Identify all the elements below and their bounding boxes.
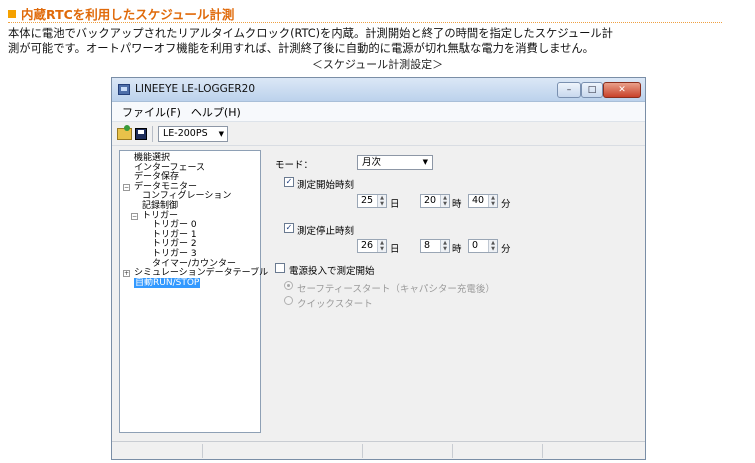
tree-item-label: シミュレーションデータテーブル bbox=[134, 268, 269, 279]
stop-hour-unit: 時 bbox=[452, 244, 462, 255]
spin-arrows-icon[interactable]: ▲ ▼ bbox=[488, 240, 497, 252]
status-divider bbox=[452, 444, 453, 458]
power-on-start-checkbox[interactable] bbox=[275, 263, 285, 273]
quick-start-label: クイックスタート bbox=[297, 299, 373, 310]
mode-select-value: 月次 bbox=[362, 157, 382, 168]
stop-time-label: 測定停止時刻 bbox=[297, 226, 355, 237]
intro-line-2: 測が可能です。オートパワーオフ機能を利用すれば、計測終了後に自動的に電源が切れ無… bbox=[8, 42, 594, 55]
tree-item[interactable]: 自動RUN/STOP bbox=[120, 277, 260, 289]
status-divider bbox=[542, 444, 543, 458]
close-button[interactable]: ✕ bbox=[603, 82, 641, 98]
app-icon bbox=[118, 84, 130, 95]
quick-start-radio[interactable] bbox=[284, 296, 293, 305]
stop-day-unit: 日 bbox=[390, 244, 400, 255]
model-select[interactable]: LE-200PS ▼ bbox=[158, 125, 228, 142]
menu-help[interactable]: ヘルプ(H) bbox=[191, 104, 241, 120]
intro-text: 本体に電池でバックアップされたリアルタイムクロック(RTC)を内蔵。計測開始と終… bbox=[8, 26, 728, 56]
figure-caption: ＜スケジュール計測設定＞ bbox=[311, 58, 444, 71]
chevron-down-icon: ▼ bbox=[218, 129, 224, 138]
start-day-value: 25 bbox=[361, 195, 374, 206]
heading-bullet-icon bbox=[8, 9, 16, 18]
stop-day-stepper[interactable]: 26 ▲ ▼ bbox=[357, 239, 387, 253]
tree-item-label: コンフィグレーション bbox=[142, 191, 232, 202]
start-minute-unit: 分 bbox=[501, 199, 511, 210]
spin-arrows-icon[interactable]: ▲ ▼ bbox=[377, 195, 386, 207]
menu-file[interactable]: ファイル(F) bbox=[122, 104, 181, 120]
start-minute-value: 40 bbox=[472, 195, 485, 206]
start-time-label: 測定開始時刻 bbox=[297, 180, 355, 191]
start-minute-stepper[interactable]: 40 ▲ ▼ bbox=[468, 194, 498, 208]
chevron-down-icon: ▼ bbox=[422, 158, 428, 166]
toolbar-separator bbox=[152, 125, 153, 142]
tree-item-label: 自動RUN/STOP bbox=[134, 277, 201, 288]
collapse-icon[interactable]: − bbox=[131, 212, 138, 220]
start-day-stepper[interactable]: 25 ▲ ▼ bbox=[357, 194, 387, 208]
tree-item-label: トリガー 2 bbox=[152, 239, 197, 250]
collapse-icon[interactable]: − bbox=[123, 183, 130, 191]
status-divider bbox=[202, 444, 203, 458]
app-window: LINEEYE LE-LOGGER20 – □ ✕ ファイル(F) ヘルプ(H)… bbox=[111, 77, 646, 460]
minimize-button[interactable]: – bbox=[557, 82, 581, 98]
power-on-start-label: 電源投入で測定開始 bbox=[289, 266, 375, 277]
maximize-button[interactable]: □ bbox=[581, 82, 603, 98]
tree-item-label: 機能選択 bbox=[134, 153, 171, 163]
intro-line-1: 本体に電池でバックアップされたリアルタイムクロック(RTC)を内蔵。計測開始と終… bbox=[8, 27, 613, 40]
mode-label: モード： bbox=[275, 160, 314, 171]
stop-minute-value: 0 bbox=[472, 240, 479, 251]
spin-arrows-icon[interactable]: ▲ ▼ bbox=[488, 195, 497, 207]
tree-item[interactable]: コンフィグレーション bbox=[120, 192, 260, 202]
spin-arrows-icon[interactable]: ▲ ▼ bbox=[377, 240, 386, 252]
stop-hour-stepper[interactable]: 8 ▲ ▼ bbox=[420, 239, 450, 253]
tree-item[interactable]: 記録制御 bbox=[120, 200, 260, 212]
safety-start-radio[interactable] bbox=[284, 281, 293, 290]
start-hour-stepper[interactable]: 20 ▲ ▼ bbox=[420, 194, 450, 208]
status-divider bbox=[362, 444, 363, 458]
tree-item-label: トリガー 3 bbox=[152, 248, 197, 259]
tree-item-label: データ保存 bbox=[134, 172, 180, 183]
settings-tree[interactable]: 機能選択 インターフェース データ保存 − データモニター コンフィグレーション 記録制御 −… bbox=[119, 150, 268, 433]
menu-bar: ファイル(F) ヘルプ(H) bbox=[112, 102, 645, 122]
open-folder-icon[interactable] bbox=[117, 124, 132, 140]
start-hour-unit: 時 bbox=[452, 199, 462, 210]
stop-hour-value: 8 bbox=[424, 240, 431, 251]
stop-time-checkbox[interactable]: ✓ bbox=[284, 223, 294, 233]
safety-start-label: セーフティースタート（キャパシター充電後） bbox=[297, 284, 495, 295]
save-icon[interactable] bbox=[135, 127, 147, 140]
start-time-checkbox[interactable]: ✓ bbox=[284, 177, 294, 187]
tree-item-label: トリガー 0 bbox=[152, 220, 197, 231]
stop-minute-unit: 分 bbox=[501, 244, 511, 255]
start-hour-value: 20 bbox=[424, 195, 437, 206]
toolbar: LE-200PS ▼ bbox=[112, 122, 645, 146]
settings-panel: モード： 月次 ▼ ✓ 測定開始時刻 25 ▲ ▼ 日 20 ▲ ▼ 時 40 ▲ ▼… bbox=[272, 150, 642, 433]
mode-select[interactable]: 月次 ▼ bbox=[357, 155, 433, 170]
window-title: LINEEYE LE-LOGGER20 bbox=[135, 83, 256, 95]
heading-rule bbox=[8, 22, 722, 23]
spin-arrows-icon[interactable]: ▲ ▼ bbox=[440, 240, 449, 252]
stop-minute-stepper[interactable]: 0 ▲ ▼ bbox=[468, 239, 498, 253]
spin-arrows-icon[interactable]: ▲ ▼ bbox=[440, 195, 449, 207]
stop-day-value: 26 bbox=[361, 240, 374, 251]
section-heading: 内蔵RTCを利用したスケジュール計測 bbox=[8, 4, 234, 23]
expand-icon[interactable]: + bbox=[123, 270, 130, 278]
heading-text: 内蔵RTCを利用したスケジュール計測 bbox=[21, 7, 235, 22]
title-bar[interactable]: LINEEYE LE-LOGGER20 – □ ✕ bbox=[112, 78, 645, 102]
tree-item-label: 記録制御 bbox=[142, 200, 179, 211]
model-select-value: LE-200PS bbox=[163, 128, 208, 139]
status-bar bbox=[112, 441, 645, 459]
start-day-unit: 日 bbox=[390, 199, 400, 210]
